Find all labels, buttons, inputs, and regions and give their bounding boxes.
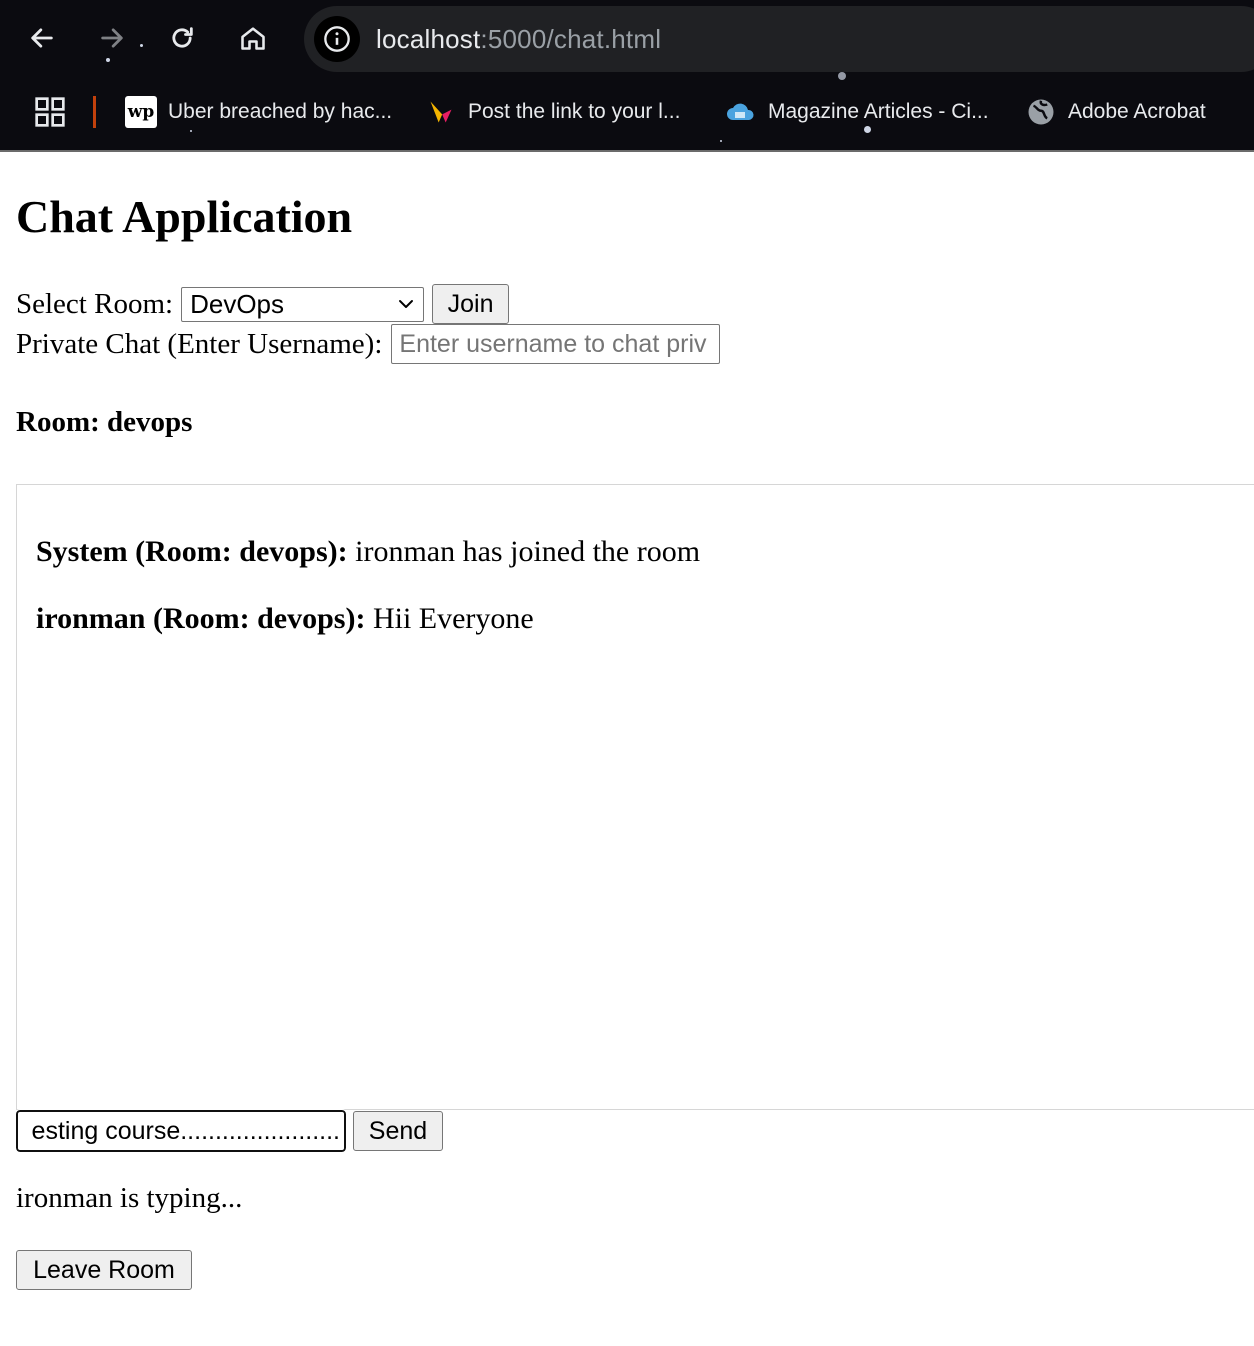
browser-toolbar: localhost:5000/chat.html wp Uber breache… bbox=[0, 0, 1254, 150]
url-path: :5000/chat.html bbox=[480, 23, 662, 54]
message-sender: ironman (Room: devops): bbox=[36, 602, 366, 635]
address-bar[interactable]: localhost:5000/chat.html bbox=[304, 6, 1254, 72]
typing-indicator: ironman is typing... bbox=[16, 1182, 243, 1214]
home-icon bbox=[241, 27, 265, 50]
message-text: ironman has joined the room bbox=[355, 535, 701, 568]
apps-button[interactable] bbox=[34, 94, 66, 130]
bookmark-item-uber[interactable]: wp Uber breached by hac... bbox=[125, 94, 392, 130]
message-sender: System (Room: devops): bbox=[36, 535, 348, 568]
bookmarks-bar: wp Uber breached by hac... Post the link… bbox=[0, 84, 1254, 140]
leave-row: Leave Room bbox=[16, 1250, 192, 1290]
room-select[interactable]: DevOps bbox=[181, 286, 425, 322]
bookmark-item-adobe[interactable]: Adobe Acrobat bbox=[1025, 94, 1206, 130]
forward-button[interactable] bbox=[92, 18, 132, 58]
room-select-value: DevOps bbox=[190, 288, 284, 319]
bookmark-label: Post the link to your l... bbox=[468, 100, 681, 123]
chat-message: System (Room: devops): ironman has joine… bbox=[36, 535, 700, 569]
chat-message: ironman (Room: devops): Hii Everyone bbox=[36, 602, 534, 636]
send-button[interactable]: Send bbox=[353, 1111, 443, 1151]
room-select-row: Select Room: DevOps Join bbox=[16, 284, 510, 324]
private-chat-row: Private Chat (Enter Username): Enter use… bbox=[16, 324, 721, 364]
chat-messages[interactable]: System (Room: devops): ironman has joine… bbox=[16, 484, 1254, 1110]
private-username-input[interactable]: Enter username to chat priv bbox=[391, 324, 721, 364]
url-text: localhost:5000/chat.html bbox=[376, 24, 661, 55]
arrow-left-icon bbox=[31, 28, 53, 48]
message-compose-row: esting course....................... Sen… bbox=[15, 1109, 443, 1153]
washington-post-icon: wp bbox=[125, 96, 157, 128]
message-text: Hii Everyone bbox=[372, 602, 534, 635]
globe-icon bbox=[1025, 96, 1057, 128]
home-button[interactable] bbox=[233, 18, 273, 58]
bookmark-item-magazine[interactable]: Magazine Articles - Ci... bbox=[725, 94, 989, 130]
apps-grid-icon bbox=[35, 97, 65, 127]
info-icon bbox=[324, 26, 350, 52]
reload-icon bbox=[172, 27, 193, 48]
toolbar-divider bbox=[0, 150, 1254, 152]
bookmarks-separator bbox=[93, 96, 96, 128]
room-heading: Room: devops bbox=[16, 406, 193, 438]
site-info-button[interactable] bbox=[314, 16, 360, 62]
message-input[interactable]: esting course....................... bbox=[15, 1109, 347, 1153]
join-button[interactable]: Join bbox=[432, 284, 510, 324]
reload-button[interactable] bbox=[162, 18, 202, 58]
private-chat-label: Private Chat (Enter Username): bbox=[16, 327, 383, 360]
url-host: localhost bbox=[376, 23, 481, 54]
leave-room-button[interactable]: Leave Room bbox=[16, 1250, 192, 1290]
bookmark-label: Magazine Articles - Ci... bbox=[768, 100, 989, 123]
back-button[interactable] bbox=[22, 18, 62, 58]
bookmark-logo-icon bbox=[425, 96, 457, 128]
select-room-label: Select Room: bbox=[16, 287, 174, 320]
bookmark-label: Uber breached by hac... bbox=[168, 100, 393, 123]
bookmark-item-post-link[interactable]: Post the link to your l... bbox=[425, 94, 680, 130]
bookmark-label: Adobe Acrobat bbox=[1068, 100, 1206, 123]
arrow-right-icon bbox=[101, 28, 123, 48]
page-title: Chat Application bbox=[16, 191, 353, 242]
cloud-icon bbox=[725, 96, 757, 128]
chevron-down-icon bbox=[399, 300, 414, 308]
